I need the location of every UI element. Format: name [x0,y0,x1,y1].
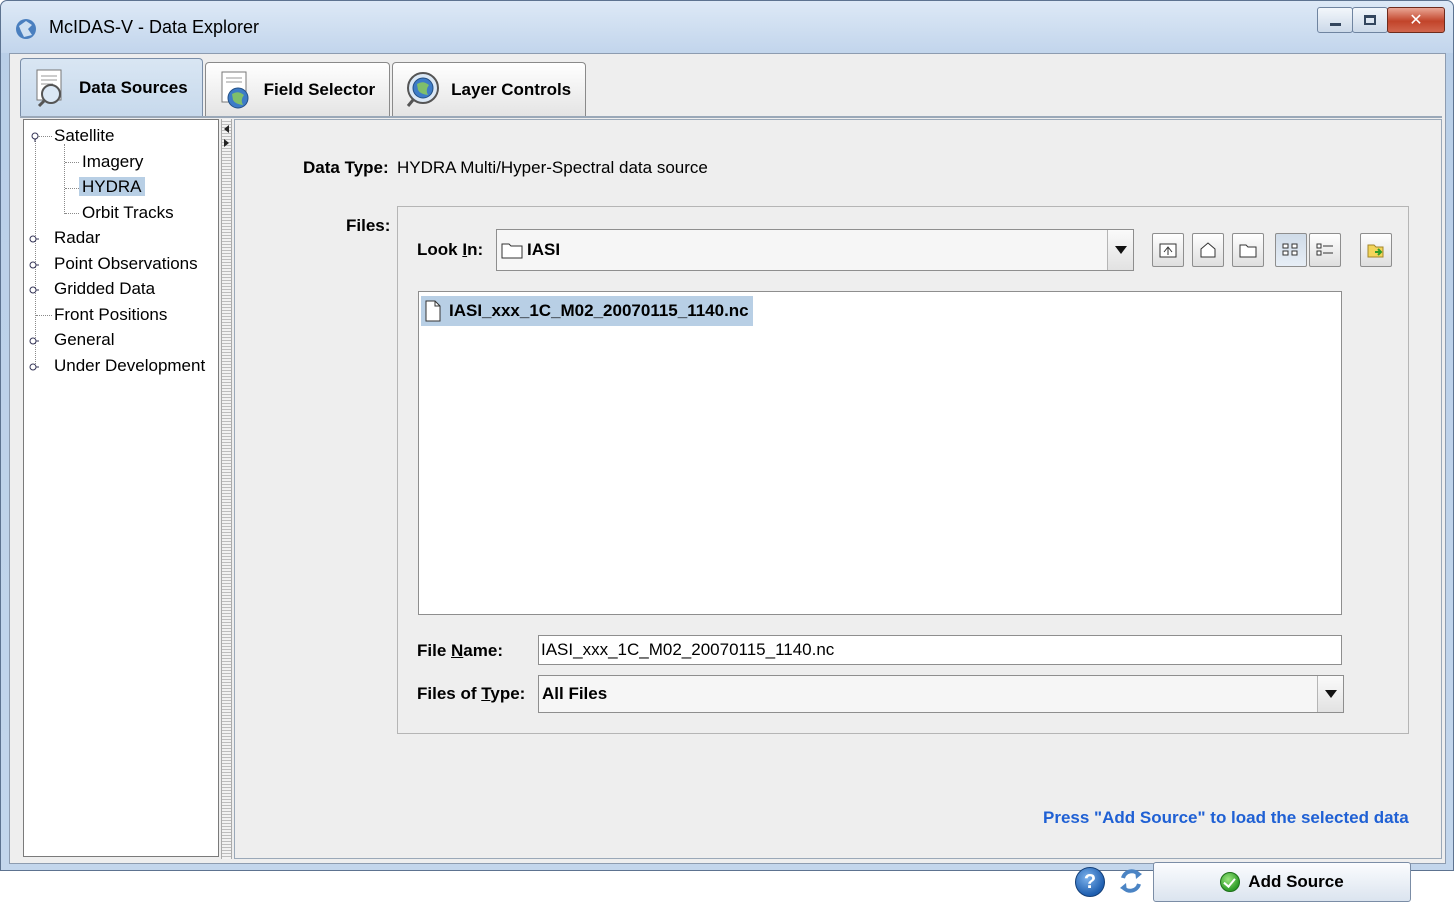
add-source-button[interactable]: Add Source [1153,862,1411,902]
files-of-type-label: Files of Type: [417,684,526,703]
new-folder-icon [1239,244,1257,258]
tree-item-imagery[interactable]: Imagery [82,150,143,174]
help-icon[interactable]: ? [1075,867,1105,897]
mcidas-app-icon [16,19,36,39]
folder-icon [501,243,523,259]
list-item[interactable]: IASI_xxx_1C_M02_20070115_1140.nc [421,296,753,326]
collapsed-handle-icon [29,286,39,294]
file-name-field[interactable]: IASI_xxx_1C_M02_20070115_1140.nc [538,635,1342,665]
details-view-icon [1316,243,1333,256]
collapse-left-icon[interactable] [224,125,229,133]
collapsed-handle-icon [29,363,39,371]
check-icon [1220,872,1241,892]
tree-item-under-development[interactable]: Under Development [54,354,205,378]
close-icon: ✕ [1409,12,1423,29]
files-label: Files: [346,216,391,235]
tree-item-radar[interactable]: Radar [54,226,100,250]
tree-connector [35,138,36,368]
tab-underline [20,116,1442,118]
home-button[interactable] [1192,233,1224,267]
list-view-button[interactable] [1275,233,1307,267]
look-in-value: IASI [527,240,561,259]
tab-layer-controls-label: Layer Controls [451,79,572,99]
folder-arrow-icon [1367,244,1384,258]
expanded-handle-icon [31,132,39,142]
look-in-combo[interactable]: IASI [496,229,1134,271]
magnifier-document-icon [36,69,62,107]
file-name-text: IASI_xxx_1C_M02_20070115_1140.nc [449,301,749,320]
file-chooser: Look In: IASI IASI_xxx_1C_M02_20070115_1… [397,206,1409,734]
open-folder-button[interactable] [1360,233,1392,267]
home-icon [1200,242,1216,258]
tab-data-sources-label: Data Sources [79,77,188,97]
tree-item-gridded-data[interactable]: Gridded Data [54,277,155,301]
collapsed-handle-icon [29,337,39,345]
tree-item-hydra[interactable]: HYDRA [79,175,145,199]
list-view-icon [1282,243,1298,256]
tab-layer-controls[interactable]: Layer Controls [392,62,587,116]
title-bar: McIDAS-V - Data Explorer ✕ [1,1,1453,53]
tab-bar: Data Sources Field Selector Layer Contro… [20,58,588,116]
tree-item-satellite[interactable]: Satellite [54,124,114,148]
tab-field-selector-label: Field Selector [263,79,376,99]
look-in-label: Look In: [417,240,484,259]
maximize-icon [1364,15,1376,25]
files-of-type-value: All Files [542,684,608,703]
chevron-down-icon[interactable] [1107,230,1133,270]
minimize-icon [1329,22,1341,26]
file-list[interactable]: IASI_xxx_1C_M02_20070115_1140.nc [418,291,1342,615]
maximize-button[interactable] [1352,7,1388,33]
data-type-value: HYDRA Multi/Hyper-Spectral data source [397,158,708,177]
collapsed-handle-icon [29,261,39,269]
globe-magnifier-icon [407,71,440,107]
add-source-label: Add Source [1248,872,1344,891]
window-title: McIDAS-V - Data Explorer [49,17,260,37]
close-button[interactable]: ✕ [1387,7,1445,33]
tab-field-selector[interactable]: Field Selector [204,62,391,116]
tree-item-front-positions[interactable]: Front Positions [54,303,167,327]
data-source-tree[interactable]: Satellite Imagery HYDRA Orbit Tracks Rad… [23,119,219,857]
up-folder-icon [1159,243,1177,258]
tree-connector [64,144,65,214]
data-source-chooser: Data Type: HYDRA Multi/Hyper-Spectral da… [234,119,1442,902]
tree-item-orbit-tracks[interactable]: Orbit Tracks [82,201,174,225]
tree-item-general[interactable]: General [54,328,114,352]
expand-right-icon[interactable] [224,139,229,147]
data-explorer-window: McIDAS-V - Data Explorer ✕ Data Sources [0,0,1454,902]
file-icon [425,300,441,322]
tab-data-sources[interactable]: Data Sources [20,58,203,116]
add-source-hint: Press "Add Source" to load the selected … [1043,808,1409,827]
collapsed-handle-icon [29,235,39,243]
files-of-type-combo[interactable]: All Files [538,675,1344,713]
refresh-icon[interactable] [1115,865,1147,897]
tree-item-point-observations[interactable]: Point Observations [54,252,198,276]
chevron-down-icon[interactable] [1317,676,1343,712]
minimize-button[interactable] [1317,7,1353,33]
file-name-label: File Name: [417,641,503,660]
up-folder-button[interactable] [1152,233,1184,267]
details-view-button[interactable] [1309,233,1341,267]
data-type-label: Data Type: [303,158,389,177]
new-folder-button[interactable] [1232,233,1264,267]
globe-document-icon [221,71,249,108]
client-area: Data Sources Field Selector Layer Contro… [9,53,1446,902]
panel-splitter[interactable] [221,119,232,859]
